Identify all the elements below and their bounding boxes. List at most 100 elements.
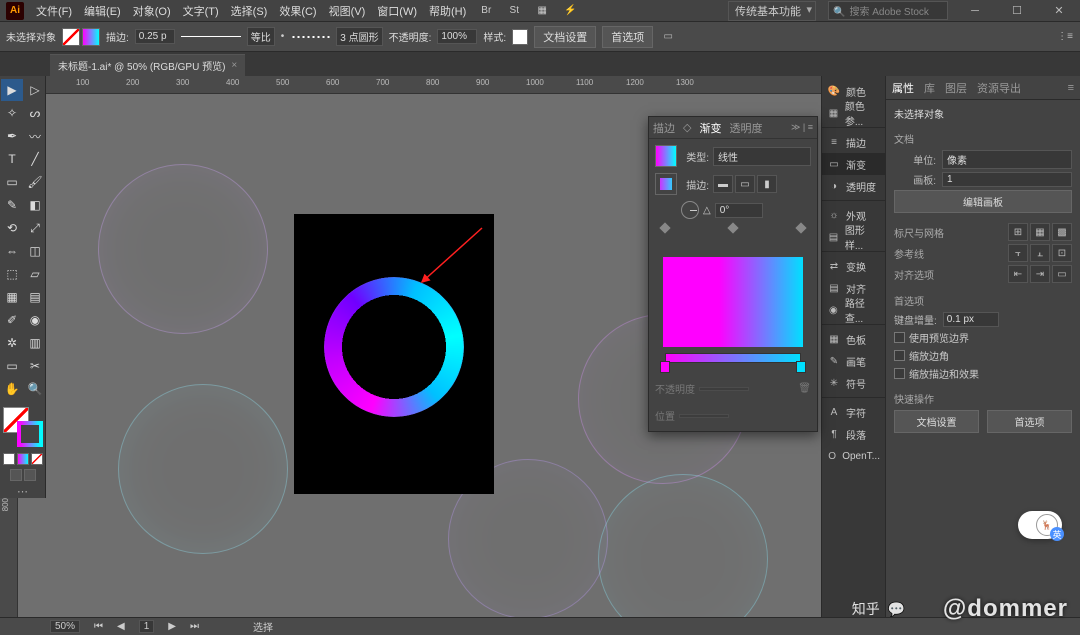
align-artboard-icon[interactable]: ▭ [1052, 265, 1072, 283]
align-artboard-icon[interactable]: ▭ [659, 28, 677, 46]
eraser-tool-icon[interactable]: ◧ [24, 194, 46, 216]
menu-object[interactable]: 对象(O) [133, 3, 171, 19]
controlbar-menu-icon[interactable]: ⋮≡ [1056, 28, 1074, 46]
screen-mode-normal-icon[interactable] [10, 469, 22, 481]
key-increment-input[interactable] [943, 312, 999, 327]
brush-preview-icon[interactable] [290, 34, 330, 40]
gradient-angle-input[interactable]: 0° [715, 203, 763, 218]
ime-indicator[interactable]: 🦌 英 [1018, 511, 1062, 539]
free-transform-tool-icon[interactable]: ◫ [24, 240, 46, 262]
artboard-nav-prev-icon[interactable]: ⏮ [94, 621, 103, 632]
document-tab[interactable]: 未标题-1.ai* @ 50% (RGB/GPU 预览) × [50, 54, 245, 76]
gradient-slider-track[interactable] [665, 353, 801, 363]
maximize-button[interactable]: ☐ [1002, 2, 1032, 20]
preferences-button[interactable]: 首选项 [602, 26, 653, 48]
dock-item[interactable]: ✳符号 [822, 372, 885, 394]
gradient-stroke-swatch-icon[interactable] [655, 173, 677, 195]
angle-dial-icon[interactable] [681, 201, 699, 219]
eyedropper-tool-icon[interactable]: ✐ [1, 309, 23, 331]
checkbox-preview-bounds[interactable]: 使用预览边界 [894, 330, 1072, 345]
bridge-icon[interactable]: Br [478, 3, 494, 19]
menu-help[interactable]: 帮助(H) [429, 3, 466, 19]
curvature-tool-icon[interactable]: 〰 [24, 125, 46, 147]
arrange-docs-icon[interactable]: ▦ [534, 3, 550, 19]
tab-layers[interactable]: 图层 [945, 80, 967, 96]
stock-icon[interactable]: St [506, 3, 522, 19]
dock-item[interactable]: ✎画笔 [822, 350, 885, 372]
artboard[interactable] [294, 214, 494, 494]
fill-stroke-swatches[interactable] [62, 28, 100, 46]
stroke-weight-input[interactable] [135, 29, 175, 44]
mesh-tool-icon[interactable]: ▦ [1, 286, 23, 308]
opacity-input[interactable] [437, 29, 477, 44]
quick-doc-setup-button[interactable]: 文档设置 [894, 410, 979, 433]
workspace-switcher[interactable]: 传统基本功能 [728, 1, 816, 21]
symbol-sprayer-tool-icon[interactable]: ✲ [1, 332, 23, 354]
artboard-nav-select[interactable]: 1 [139, 620, 155, 633]
snap-icon[interactable]: ▩ [1052, 223, 1072, 241]
close-button[interactable]: ✕ [1044, 2, 1074, 20]
guides-show-icon[interactable]: ⫟ [1008, 244, 1028, 262]
shaper-tool-icon[interactable]: ✎ [1, 194, 23, 216]
units-select[interactable]: 像素 [942, 150, 1072, 169]
dock-item[interactable]: ⇄变换 [822, 255, 885, 277]
minimize-button[interactable]: ─ [960, 2, 990, 20]
gradient-stop[interactable] [796, 361, 806, 373]
document-setup-button[interactable]: 文档设置 [534, 26, 596, 48]
gradient-tool-icon[interactable]: ▤ [24, 286, 46, 308]
paintbrush-tool-icon[interactable]: 🖌 [24, 171, 46, 193]
search-input[interactable]: 🔍搜索 Adobe Stock [828, 1, 948, 20]
gradient-midpoint-icon[interactable] [659, 222, 670, 233]
hand-tool-icon[interactable]: ✋ [1, 378, 23, 400]
zoom-tool-icon[interactable]: 🔍 [24, 378, 46, 400]
tab-asset-export[interactable]: 资源导出 [977, 80, 1021, 96]
dock-item[interactable]: A字符 [822, 401, 885, 423]
align-selection-icon[interactable]: ⇤ [1008, 265, 1028, 283]
dock-item[interactable]: ▦色板 [822, 328, 885, 350]
screen-mode-full-icon[interactable] [24, 469, 36, 481]
menu-select[interactable]: 选择(S) [231, 3, 268, 19]
gradient-midpoint-icon[interactable] [795, 222, 806, 233]
delete-stop-icon[interactable]: 🗑 [798, 383, 811, 394]
quick-prefs-button[interactable]: 首选项 [987, 410, 1072, 433]
edit-toolbar-icon[interactable]: ⋯ [0, 485, 45, 498]
width-tool-icon[interactable]: ⇔ [1, 240, 23, 262]
stroke-apply-along-icon[interactable]: ▭ [735, 175, 755, 193]
perspective-tool-icon[interactable]: ▱ [24, 263, 46, 285]
fill-swatch-icon[interactable] [62, 28, 80, 46]
guides-lock-icon[interactable]: ⫠ [1030, 244, 1050, 262]
stroke-indicator-icon[interactable] [17, 421, 43, 447]
shape-builder-tool-icon[interactable]: ⬚ [1, 263, 23, 285]
artboard-nav-fwd-icon[interactable]: ▶ [168, 621, 176, 632]
gradient-preview-swatch-icon[interactable] [655, 145, 677, 167]
edit-artboards-button[interactable]: 编辑画板 [894, 190, 1072, 213]
stroke-apply-within-icon[interactable]: ▬ [713, 175, 733, 193]
panel-collapse-icon[interactable]: ≫ | ≡ [791, 122, 813, 133]
menu-edit[interactable]: 编辑(E) [84, 3, 121, 19]
checkbox-scale-strokes[interactable]: 缩放描边和效果 [894, 366, 1072, 381]
gradient-mode-icon[interactable] [17, 453, 29, 465]
rotate-tool-icon[interactable]: ⟲ [1, 217, 23, 239]
ruler-horizontal[interactable]: 0 100 200 300 400 500 600 700 800 900 10… [18, 76, 821, 94]
fill-stroke-control[interactable] [3, 407, 43, 447]
dock-item[interactable]: ▦颜色参... [822, 102, 885, 124]
dock-item[interactable]: ▭渐变 [822, 153, 885, 175]
none-mode-icon[interactable] [31, 453, 43, 465]
align-key-icon[interactable]: ⇥ [1030, 265, 1050, 283]
style-swatch-icon[interactable] [512, 29, 528, 45]
checkbox-scale-corners[interactable]: 缩放边角 [894, 348, 1072, 363]
gradient-tab-transparency[interactable]: 透明度 [729, 120, 762, 136]
dock-item[interactable]: ◑透明度 [822, 175, 885, 197]
gradient-midpoint-icon[interactable] [727, 222, 738, 233]
menu-file[interactable]: 文件(F) [36, 3, 72, 19]
dock-item[interactable]: ≡描边 [822, 131, 885, 153]
guides-smart-icon[interactable]: ⊡ [1052, 244, 1072, 262]
close-tab-icon[interactable]: × [231, 60, 237, 71]
panel-menu-icon[interactable]: ≡ [1068, 82, 1074, 94]
menu-window[interactable]: 窗口(W) [377, 3, 417, 19]
gradient-type-select[interactable]: 线性 [713, 147, 811, 166]
ruler-icon[interactable]: ⊞ [1008, 223, 1028, 241]
menu-type[interactable]: 文字(T) [183, 3, 219, 19]
color-mode-icon[interactable] [3, 453, 15, 465]
artboard-nav-back-icon[interactable]: ◀ [117, 621, 125, 632]
